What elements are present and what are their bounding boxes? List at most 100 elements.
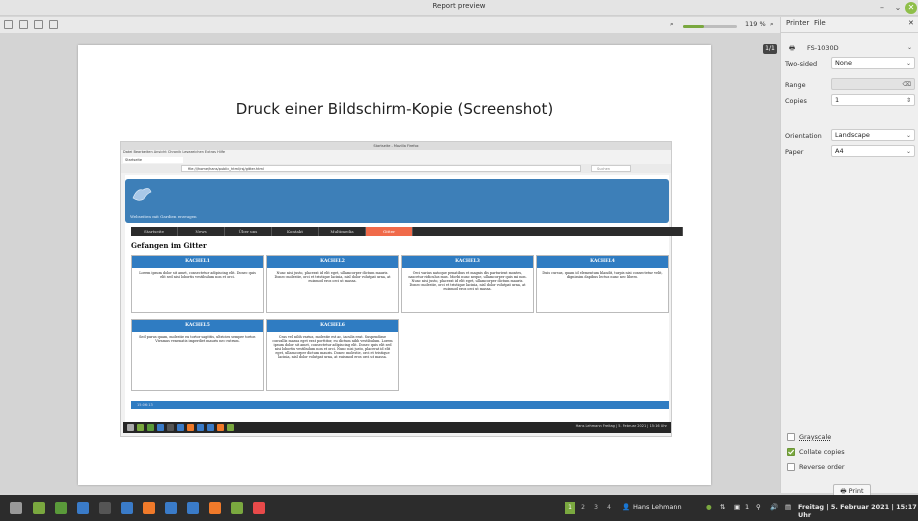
tile: KACHEL1 Lorem ipsum dolor sit amet, cons… xyxy=(131,255,264,313)
preview-area[interactable]: Druck einer Bildschirm-Kopie (Screenshot… xyxy=(0,33,780,493)
orientation-value: Landscape xyxy=(835,131,870,139)
zoom-in-icon[interactable]: ⌕ xyxy=(770,20,774,29)
chevron-down-icon: ⌄ xyxy=(905,132,911,139)
spinner-arrows-icon[interactable]: ⇕ xyxy=(906,95,911,106)
single-page-icon[interactable] xyxy=(4,20,13,29)
app-icon[interactable] xyxy=(187,502,199,514)
folder-icon[interactable] xyxy=(231,502,243,514)
workspace-3[interactable]: 3 xyxy=(591,502,601,514)
collate-checkbox[interactable] xyxy=(787,448,795,456)
site-nav: Startseite News Über uns Kontakt Multime… xyxy=(131,227,683,236)
chevron-down-icon: ⌄ xyxy=(905,60,911,67)
network-icon[interactable]: ⇅ xyxy=(720,503,725,511)
paper-select[interactable]: A4 ⌄ xyxy=(831,145,915,157)
site-banner: Webseiten mit Gardien erzeugen xyxy=(125,179,669,223)
printer-name: FS-1030D xyxy=(807,44,839,52)
two-sided-row: Two-sided None ⌄ xyxy=(785,57,915,71)
embedded-screenshot: Startseite - Mozilla Firefox Datei Bearb… xyxy=(120,141,683,437)
window-titlebar: Report preview – ⌄ ✕ xyxy=(0,0,918,16)
fit-width-icon[interactable] xyxy=(34,20,43,29)
printer-select[interactable]: 🖶 FS-1030D ⌄ xyxy=(785,41,915,55)
network-icon[interactable]: ⚲ xyxy=(756,503,761,511)
folder-icon xyxy=(227,424,234,431)
grid-view-icon[interactable] xyxy=(19,20,28,29)
browser-url: file:///home/hans/public_html/rsj/gitter… xyxy=(181,165,581,172)
nav-item-active: Gitter xyxy=(366,227,413,236)
tile-title: KACHEL2 xyxy=(267,256,398,268)
folder-icon xyxy=(137,424,144,431)
tile: KACHEL4 Duis cursus, quam id elementum b… xyxy=(536,255,669,313)
tab-printer[interactable]: Printer xyxy=(786,19,809,27)
app-icon xyxy=(147,424,154,431)
clear-icon[interactable]: ⌫ xyxy=(903,79,911,90)
orientation-select[interactable]: Landscape ⌄ xyxy=(831,129,915,141)
orientation-row: Orientation Landscape ⌄ xyxy=(785,129,915,143)
workspace-1[interactable]: 1 xyxy=(565,502,575,514)
minimize-icon[interactable]: – xyxy=(876,2,888,14)
status-icon[interactable]: ● xyxy=(706,503,712,511)
collate-label[interactable]: Collate copies xyxy=(799,448,845,456)
firefox-icon xyxy=(217,424,224,431)
two-sided-label: Two-sided xyxy=(785,60,818,68)
app-icon[interactable] xyxy=(143,502,155,514)
tile-title: KACHEL1 xyxy=(132,256,263,268)
reverse-order-label[interactable]: Reverse order xyxy=(799,463,845,471)
copies-spinner[interactable]: 1 ⇕ xyxy=(831,94,915,106)
tile-title: KACHEL4 xyxy=(537,256,668,268)
app-icon[interactable] xyxy=(253,502,265,514)
check-icon xyxy=(788,449,795,455)
menu-icon xyxy=(127,424,134,431)
website-content: Webseiten mit Gardien erzeugen Startseit… xyxy=(125,175,683,433)
copies-row: Copies 1 ⇕ xyxy=(785,94,915,108)
range-row: Range ⌫ xyxy=(785,78,915,92)
app-icon[interactable] xyxy=(165,502,177,514)
app-icon[interactable] xyxy=(77,502,89,514)
tile-title: KACHEL3 xyxy=(402,256,533,268)
settings-tabs: Printer File ✕ xyxy=(781,17,918,33)
grayscale-checkbox[interactable] xyxy=(787,433,795,441)
chevron-down-icon: ⌄ xyxy=(905,148,911,155)
close-window-button[interactable]: ✕ xyxy=(905,2,917,14)
app-icon xyxy=(177,424,184,431)
app-menu-icon[interactable] xyxy=(10,502,22,514)
notes-icon[interactable]: ▤ xyxy=(785,503,791,511)
tab-file[interactable]: File xyxy=(814,19,826,27)
nav-item: Startseite xyxy=(131,227,178,236)
two-sided-value: None xyxy=(835,59,852,67)
orientation-label: Orientation xyxy=(785,132,822,140)
zoom-fit-icon[interactable] xyxy=(49,20,58,29)
paper-row: Paper A4 ⌄ xyxy=(785,145,915,159)
maximize-icon[interactable]: ⌄ xyxy=(892,2,904,14)
zoom-level: 119 % xyxy=(745,20,766,28)
inner-clock: Hans Lehmann Freitag | 5. Februar 2021 |… xyxy=(575,424,667,428)
terminal-icon[interactable] xyxy=(99,502,111,514)
reverse-order-checkbox[interactable] xyxy=(787,463,795,471)
copies-label: Copies xyxy=(785,97,807,105)
dragon-logo-icon xyxy=(132,188,152,201)
user-icon: 👤 xyxy=(622,503,631,511)
close-panel-icon[interactable]: ✕ xyxy=(908,19,914,27)
folder-icon[interactable] xyxy=(33,502,45,514)
page-preview: Druck einer Bildschirm-Kopie (Screenshot… xyxy=(78,45,711,485)
range-field[interactable]: ⌫ xyxy=(831,78,915,90)
workspace-4[interactable]: 4 xyxy=(604,502,614,514)
clock[interactable]: Freitag | 5. Februar 2021 | 15:17 Uhr xyxy=(798,503,918,519)
browser-navbar: file:///home/hans/public_html/rsj/gitter… xyxy=(121,164,671,173)
chevron-down-icon: ⌄ xyxy=(906,44,912,51)
app-icon[interactable] xyxy=(55,502,67,514)
grayscale-label[interactable]: Grayscale xyxy=(799,433,831,441)
zoom-out-icon[interactable]: ⌕ xyxy=(670,20,674,29)
two-sided-select[interactable]: None ⌄ xyxy=(831,57,915,69)
zoom-slider[interactable] xyxy=(683,25,737,28)
volume-icon[interactable]: 🔊 xyxy=(770,503,778,511)
site-footer: 15:06:13 xyxy=(131,401,669,409)
network-count: 1 xyxy=(745,503,750,511)
workspace-2[interactable]: 2 xyxy=(578,502,588,514)
zoom-slider-fill xyxy=(683,25,704,28)
nav-filler xyxy=(413,227,683,236)
firefox-icon[interactable] xyxy=(209,502,221,514)
app-icon[interactable] xyxy=(121,502,133,514)
clipboard-icon[interactable]: ▣ xyxy=(734,503,740,511)
user-name[interactable]: Hans Lehmann xyxy=(633,503,682,511)
page-counter: 1/1 xyxy=(763,44,777,54)
